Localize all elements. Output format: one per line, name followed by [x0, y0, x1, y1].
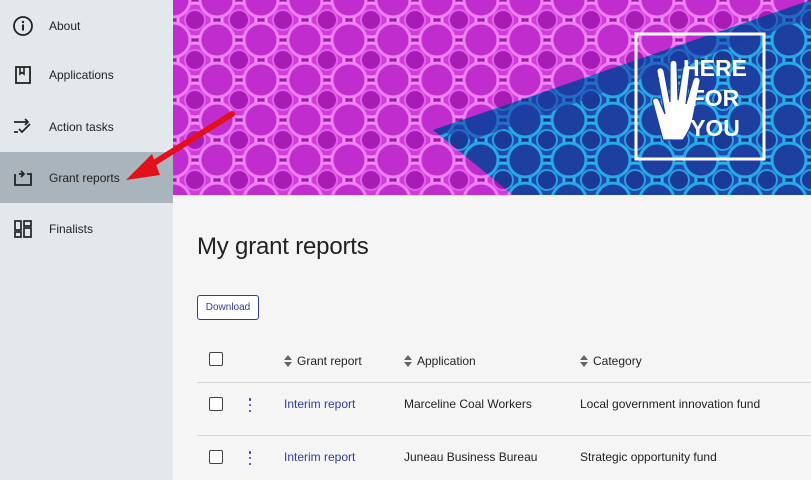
annotation-arrow — [126, 111, 235, 180]
